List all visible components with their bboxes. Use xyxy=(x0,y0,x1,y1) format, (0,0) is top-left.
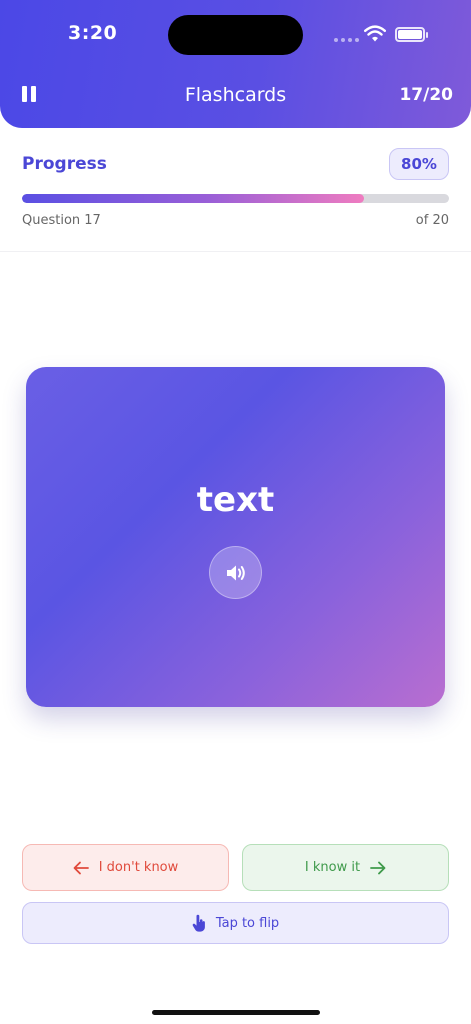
card-counter: 17/20 xyxy=(399,85,453,105)
know-it-label: I know it xyxy=(304,860,361,875)
tap-hand-icon xyxy=(192,914,205,932)
progress-section: Progress 80% Question 17 of 20 xyxy=(0,128,471,252)
pronounce-button[interactable] xyxy=(209,546,262,599)
progress-percent-badge: 80% xyxy=(389,148,449,180)
status-time: 3:20 xyxy=(68,22,118,44)
arrow-right-icon xyxy=(370,861,386,874)
dynamic-island xyxy=(168,15,303,55)
dont-know-button[interactable]: I don't know xyxy=(22,844,229,891)
question-number: Question 17 xyxy=(22,213,101,228)
wifi-icon xyxy=(364,25,386,42)
progress-label: Progress xyxy=(22,154,107,174)
flashcard[interactable]: text xyxy=(26,367,445,707)
battery-icon xyxy=(395,27,428,42)
tap-to-flip-label: Tap to flip xyxy=(215,915,280,931)
progress-bar-fill xyxy=(22,194,364,203)
header: 3:20 Flashcards 17/20 xyxy=(0,0,471,128)
cellular-signal-icon xyxy=(334,38,359,42)
know-it-button[interactable]: I know it xyxy=(242,844,449,891)
arrow-left-icon xyxy=(73,861,89,874)
progress-bar xyxy=(22,194,449,203)
question-total: of 20 xyxy=(415,213,449,228)
flashcard-word: text xyxy=(196,480,275,520)
home-indicator[interactable] xyxy=(152,1010,320,1015)
speaker-icon xyxy=(226,565,245,580)
tap-to-flip-button[interactable]: Tap to flip xyxy=(22,902,449,944)
dont-know-label: I don't know xyxy=(98,860,179,875)
